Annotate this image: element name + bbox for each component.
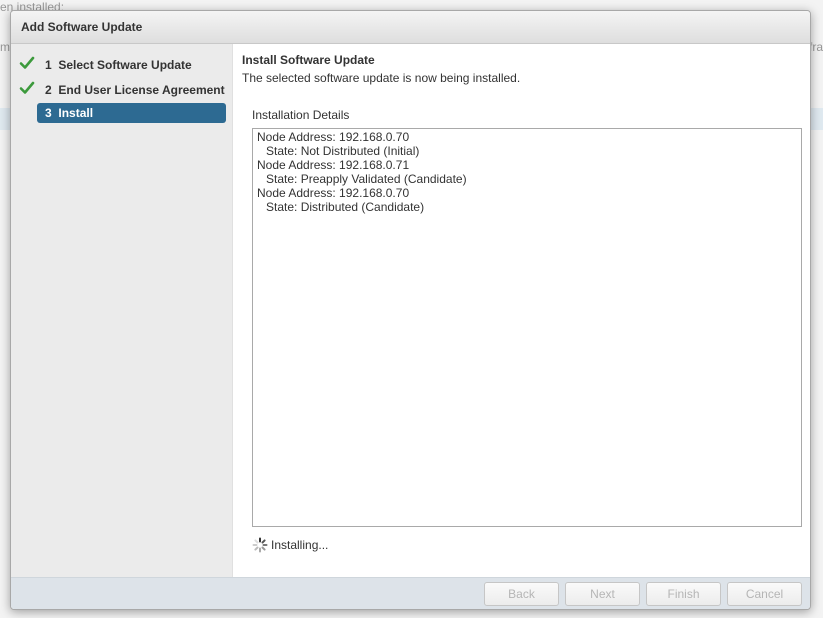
add-software-update-dialog: Add Software Update 1 Select Software Up… <box>10 10 811 610</box>
wizard-steps: 1 Select Software Update 2 End User Lice… <box>11 44 233 577</box>
detail-line: Node Address: 192.168.0.71 <box>257 158 410 172</box>
checkmark-icon <box>19 56 35 69</box>
dialog-footer: Back Next Finish Cancel <box>11 577 810 609</box>
installation-details-label: Installation Details <box>252 108 350 122</box>
finish-button[interactable]: Finish <box>646 582 721 606</box>
detail-line: State: Preapply Validated (Candidate) <box>266 172 467 186</box>
spinner-icon <box>252 537 268 553</box>
next-button[interactable]: Next <box>565 582 640 606</box>
detail-line: Node Address: 192.168.0.70 <box>257 186 410 200</box>
page-title: Install Software Update <box>242 53 375 67</box>
page-description: The selected software update is now bein… <box>242 71 521 85</box>
cancel-button[interactable]: Cancel <box>727 582 802 606</box>
wizard-step-select-software-update[interactable]: 1 Select Software Update <box>11 55 232 75</box>
wizard-content: Install Software Update The selected sof… <box>242 44 804 574</box>
detail-line: Node Address: 192.168.0.70 <box>257 130 410 144</box>
step-label: 3 Install <box>45 106 94 120</box>
dialog-header: Add Software Update <box>11 11 810 44</box>
back-button[interactable]: Back <box>484 582 559 606</box>
step-label: 1 Select Software Update <box>45 58 192 72</box>
detail-line: State: Distributed (Candidate) <box>266 200 425 214</box>
dialog-title: Add Software Update <box>21 20 143 34</box>
status-text: Installing... <box>271 538 329 552</box>
detail-line: State: Not Distributed (Initial) <box>266 144 420 158</box>
wizard-step-eula[interactable]: 2 End User License Agreement <box>11 80 232 100</box>
checkmark-icon <box>19 81 35 94</box>
wizard-step-install[interactable]: 3 Install <box>11 103 232 123</box>
installation-details-textarea[interactable]: Node Address: 192.168.0.70 State: Not Di… <box>252 128 802 527</box>
step-label: 2 End User License Agreement <box>45 83 225 97</box>
